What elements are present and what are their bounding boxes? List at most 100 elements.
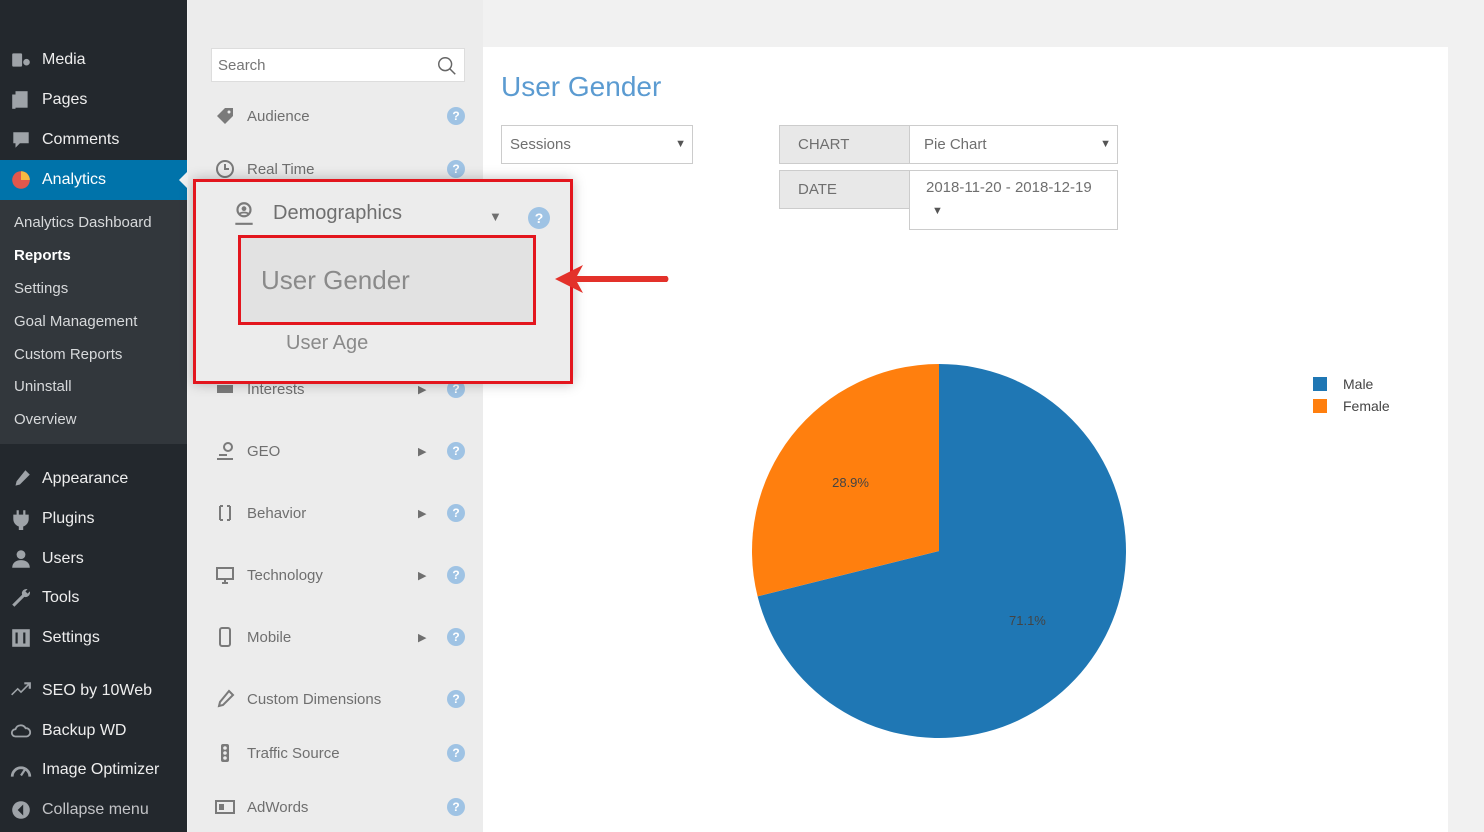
- nav-item-audience[interactable]: Audience ?: [211, 101, 471, 131]
- nav-item-geo[interactable]: GEO ▶ ?: [211, 436, 471, 466]
- pie-data-label: 28.9%: [832, 475, 869, 490]
- menu-item-label: Plugins: [42, 510, 95, 527]
- menu-item-pages[interactable]: Pages: [0, 80, 187, 120]
- plugins-icon: [0, 508, 42, 530]
- submenu-user-age[interactable]: User Age: [286, 332, 368, 355]
- submenu-user-gender[interactable]: User Gender: [238, 235, 536, 325]
- users-icon: [0, 548, 42, 570]
- nav-item-adwords[interactable]: AdWords ?: [211, 792, 471, 822]
- collapse-arrow-icon[interactable]: ▼: [489, 209, 502, 224]
- menu-item-label: Image Optimizer: [42, 761, 160, 778]
- menu-item-users[interactable]: Users: [0, 539, 187, 579]
- pages-icon: [0, 89, 42, 111]
- submenu-label: User Gender: [261, 264, 410, 295]
- submenu-reports[interactable]: Reports: [14, 247, 71, 264]
- search-input[interactable]: [212, 49, 422, 81]
- settings-icon: [0, 627, 42, 649]
- nav-item-label: Demographics: [273, 201, 402, 224]
- menu-item-label: SEO by 10Web: [42, 682, 152, 699]
- refresh-icon: [211, 503, 247, 523]
- nav-item-custom-dimensions[interactable]: Custom Dimensions ?: [211, 684, 471, 714]
- nav-item-traffic-source[interactable]: Traffic Source ?: [211, 738, 471, 768]
- submenu-analytics-dashboard[interactable]: Analytics Dashboard: [14, 214, 152, 231]
- menu-item-label: Media: [42, 51, 86, 68]
- nav-item-mobile[interactable]: Mobile ▶ ?: [211, 622, 471, 652]
- nav-item-demographics[interactable]: Demographics: [231, 200, 402, 226]
- legend-label: Male: [1343, 376, 1374, 392]
- gauge-icon: [0, 759, 42, 781]
- nav-item-label: Traffic Source: [247, 744, 340, 762]
- menu-item-settings[interactable]: Settings: [0, 618, 187, 658]
- menu-item-media[interactable]: Media: [0, 40, 187, 80]
- legend-item-female[interactable]: Female: [1313, 395, 1390, 417]
- menu-item-analytics[interactable]: Analytics: [0, 160, 187, 200]
- appearance-icon: [0, 468, 42, 490]
- nav-item-label: Technology: [247, 566, 323, 584]
- menu-item-image-optimizer[interactable]: Image Optimizer: [0, 750, 187, 790]
- menu-item-seo[interactable]: SEO by 10Web: [0, 671, 187, 711]
- nav-item-technology[interactable]: Technology ▶ ?: [211, 560, 471, 590]
- legend-swatch: [1313, 377, 1327, 391]
- report-content: User Gender Sessions ▼ CHART Pie Chart ▼…: [483, 47, 1448, 832]
- help-icon[interactable]: ?: [528, 207, 550, 229]
- menu-item-plugins[interactable]: Plugins: [0, 499, 187, 539]
- search-icon[interactable]: [436, 55, 458, 77]
- menu-item-label: Comments: [42, 131, 120, 148]
- help-icon[interactable]: ?: [447, 504, 465, 522]
- monitor-icon: [211, 565, 247, 585]
- submenu-overview[interactable]: Overview: [14, 411, 77, 428]
- menu-item-label: Users: [42, 550, 84, 567]
- menu-item-label: Backup WD: [42, 722, 127, 739]
- seo-icon: [0, 680, 42, 702]
- clock-icon: [211, 159, 247, 179]
- comments-icon: [0, 129, 42, 151]
- submenu-uninstall[interactable]: Uninstall: [14, 378, 72, 395]
- geo-pin-icon: [211, 441, 247, 461]
- help-icon[interactable]: ?: [447, 798, 465, 816]
- expand-arrow-icon[interactable]: ▶: [418, 631, 426, 644]
- expand-arrow-icon[interactable]: ▶: [418, 383, 426, 396]
- nav-item-label: Behavior: [247, 504, 307, 522]
- nav-item-label: AdWords: [247, 798, 309, 816]
- menu-item-backup[interactable]: Backup WD: [0, 711, 187, 751]
- nav-item-label: Audience: [247, 107, 310, 125]
- tag-icon: [211, 106, 247, 126]
- menu-item-label: Pages: [42, 91, 88, 108]
- help-icon[interactable]: ?: [447, 442, 465, 460]
- help-icon[interactable]: ?: [447, 690, 465, 708]
- search-field[interactable]: [211, 48, 465, 82]
- submenu-settings[interactable]: Settings: [14, 280, 68, 297]
- legend-item-male[interactable]: Male: [1313, 373, 1390, 395]
- collapse-menu-button[interactable]: Collapse menu: [0, 790, 187, 830]
- nav-item-behavior[interactable]: Behavior ▶ ?: [211, 498, 471, 528]
- reports-nav-panel: Audience ? Real Time ? Interests ▶ ? GEO…: [188, 0, 483, 832]
- pencil-icon: [211, 689, 247, 709]
- collapse-icon: [0, 799, 42, 821]
- legend-swatch: [1313, 399, 1327, 413]
- legend-label: Female: [1343, 398, 1390, 414]
- expand-arrow-icon[interactable]: ▶: [418, 445, 426, 458]
- help-icon[interactable]: ?: [447, 628, 465, 646]
- menu-item-tools[interactable]: Tools: [0, 578, 187, 618]
- menu-item-appearance[interactable]: Appearance: [0, 459, 187, 499]
- help-icon[interactable]: ?: [447, 744, 465, 762]
- media-icon: [0, 49, 42, 71]
- nav-item-label: Custom Dimensions: [247, 690, 382, 708]
- expand-arrow-icon[interactable]: ▶: [418, 569, 426, 582]
- menu-item-comments[interactable]: Comments: [0, 120, 187, 160]
- demographics-submenu-highlight: Demographics ▼ ? User Gender User Age: [193, 179, 573, 384]
- expand-arrow-icon[interactable]: ▶: [418, 507, 426, 520]
- analytics-icon: [0, 169, 42, 191]
- menu-item-label: Appearance: [42, 470, 129, 487]
- help-icon[interactable]: ?: [447, 566, 465, 584]
- mobile-icon: [211, 627, 247, 647]
- submenu-goal-management[interactable]: Goal Management: [14, 313, 137, 330]
- menu-item-label: Settings: [42, 629, 100, 646]
- submenu-custom-reports[interactable]: Custom Reports: [14, 346, 122, 363]
- nav-item-label: Mobile: [247, 628, 292, 646]
- menu-item-label: Collapse menu: [42, 801, 149, 818]
- help-icon[interactable]: ?: [447, 107, 465, 125]
- help-icon[interactable]: ?: [447, 160, 465, 178]
- ad-icon: [211, 797, 247, 817]
- pie-chart: 71.1% 28.9%: [752, 364, 1126, 738]
